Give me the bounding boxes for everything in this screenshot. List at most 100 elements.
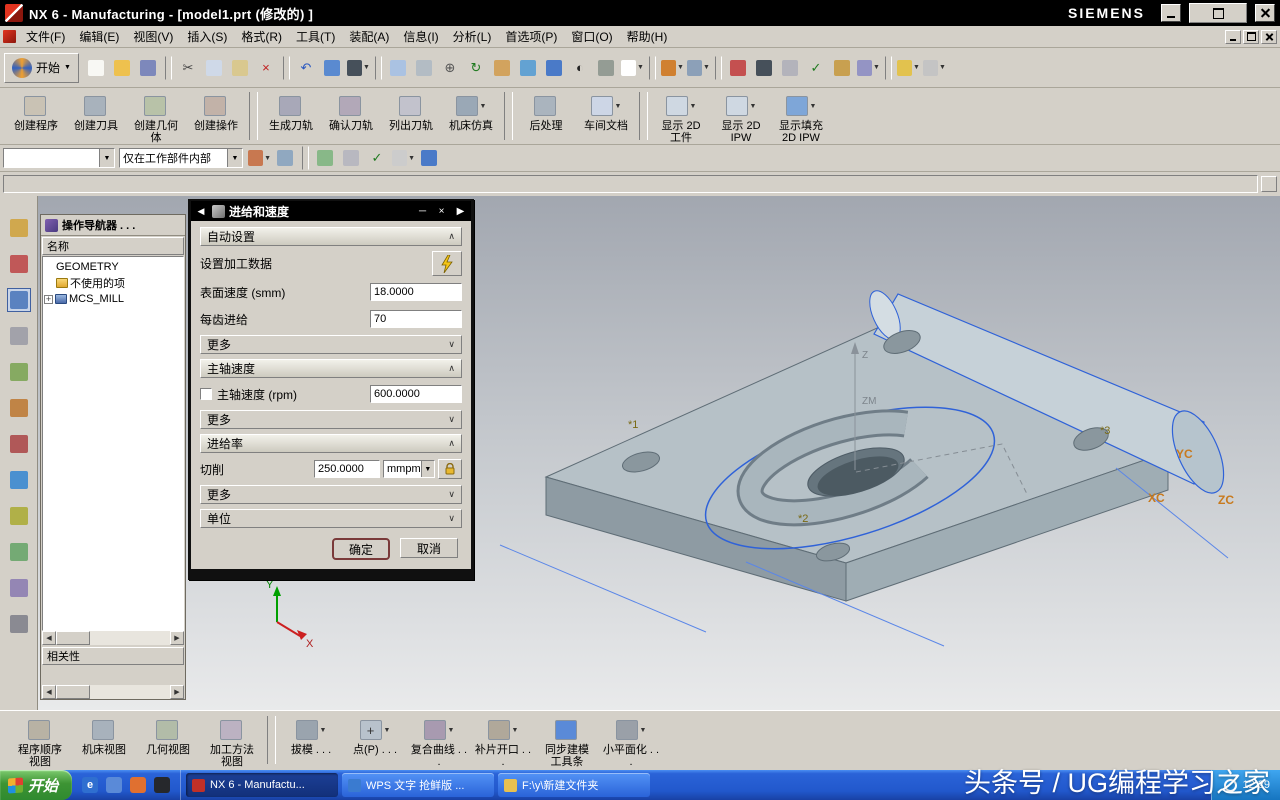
facet-body-button[interactable]: ▼ 小平面化 . . . — [599, 714, 663, 769]
chevron-down-icon[interactable]: ▼ — [227, 149, 242, 167]
menu-item[interactable]: 分析(L) — [446, 26, 499, 47]
roles-icon[interactable] — [7, 576, 31, 600]
create-geometry-button[interactable]: 创建几何 体 — [126, 90, 186, 145]
start-menu-button[interactable]: 开始 ▼ — [4, 53, 79, 83]
verify-toolpath-button[interactable]: 确认刀轨 — [321, 90, 381, 133]
patch-opening-button[interactable]: ▼ 补片开口 . . . — [471, 714, 535, 769]
menu-item[interactable]: 窗口(O) — [564, 26, 619, 47]
dialog-titlebar[interactable]: ◀ 进给和速度 ─ × ▶ — [191, 201, 471, 221]
lock-button[interactable] — [438, 459, 462, 479]
rotate-view-icon[interactable]: ↻ — [464, 55, 489, 81]
toolbar-icon[interactable] — [885, 56, 892, 80]
feed-unit-combo[interactable]: mmpm ▼ — [383, 460, 435, 478]
auto-settings-header[interactable]: 自动设置 ∧ — [200, 227, 462, 246]
feed-more-bar[interactable]: 更多 ∨ — [200, 485, 462, 504]
feed-per-tooth-input[interactable] — [370, 310, 462, 328]
perspective-icon[interactable] — [516, 55, 541, 81]
create-operation-button[interactable]: 创建操作 — [186, 90, 246, 133]
scroll-track[interactable] — [56, 685, 170, 699]
annotation-icon[interactable]: ▼ — [922, 55, 947, 81]
issue-navigator-icon[interactable] — [7, 432, 31, 456]
shaded-view-icon[interactable] — [542, 55, 567, 81]
history-icon[interactable] — [7, 504, 31, 528]
menu-item[interactable]: 视图(V) — [126, 26, 180, 47]
operation-navigator-icon[interactable] — [7, 288, 31, 312]
menu-item[interactable]: 文件(F) — [19, 26, 72, 47]
task-folder[interactable]: F:\y\新建文件夹 — [498, 773, 650, 797]
analysis-glasses-icon[interactable] — [752, 55, 777, 81]
face-analysis-icon[interactable]: ◐ — [568, 55, 593, 81]
generate-toolpath-button[interactable]: 生成刀轨 — [261, 90, 321, 133]
composite-curve-button[interactable]: ▼ 复合曲线 . . . — [407, 714, 471, 769]
feed-rates-header[interactable]: 进给率 ∧ — [200, 434, 462, 453]
cut-feed-input[interactable] — [314, 460, 380, 478]
system-materials-icon[interactable] — [7, 612, 31, 636]
fit-view-icon[interactable] — [386, 55, 411, 81]
assembly-navigator-icon[interactable] — [7, 216, 31, 240]
selection-scope-combo[interactable]: 仅在工作部件内部▼ — [119, 148, 243, 168]
spindle-more-bar[interactable]: 更多 ∨ — [200, 410, 462, 429]
confirm-select-icon[interactable]: ✓ — [365, 145, 390, 171]
collapse-icon[interactable]: ∧ — [448, 231, 455, 242]
cam-toolbar-button[interactable] — [249, 92, 258, 140]
rollback-icon[interactable] — [313, 145, 338, 171]
csys-orient-icon[interactable]: ▼ — [660, 55, 685, 81]
list-toolpath-button[interactable]: 列出刀轨 — [381, 90, 441, 133]
cam-toolbar-button[interactable] — [639, 92, 648, 140]
menu-item[interactable]: 装配(A) — [342, 26, 396, 47]
open-file-icon[interactable] — [110, 55, 135, 81]
measure-icon[interactable]: ▼ — [896, 55, 921, 81]
rectangle-select-icon[interactable]: ▼ — [391, 145, 416, 171]
child-minimize-button[interactable] — [1225, 30, 1241, 44]
postprocess-button[interactable]: 后处理 — [516, 90, 576, 133]
navigator-hscrollbar[interactable]: ◀▶ — [42, 631, 184, 645]
dependencies-hscrollbar[interactable]: ◀▶ — [42, 685, 184, 699]
collapse-icon[interactable]: ∧ — [448, 363, 455, 374]
menu-item[interactable]: 格式(R) — [234, 26, 289, 47]
auto-more-bar[interactable]: 更多 ∨ — [200, 335, 462, 354]
chevron-down-icon[interactable]: ▼ — [99, 149, 114, 167]
cam-toolbar-button[interactable] — [504, 92, 513, 140]
show-2d-ipw-button[interactable]: ▼ 显示 2D IPW — [711, 90, 771, 145]
forward-icon[interactable]: ▶ — [453, 206, 468, 217]
navigator-tree-row[interactable]: 不使用的项 — [44, 275, 182, 291]
navigator-tree-row[interactable]: + MCS_MILL — [44, 291, 182, 307]
background-icon[interactable]: ▼ — [620, 55, 645, 81]
point-button[interactable]: +▼ 点(P) . . . — [343, 714, 407, 757]
program-order-view-button[interactable]: 程序顺序 视图 — [8, 714, 72, 769]
toolbar-icon[interactable] — [283, 56, 290, 80]
pan-icon[interactable] — [490, 55, 515, 81]
reuse-library-icon[interactable] — [7, 360, 31, 384]
close-button[interactable] — [1255, 4, 1275, 22]
menu-item[interactable]: 工具(T) — [289, 26, 342, 47]
simulate-machine-button[interactable]: ▼ 机床仿真 — [441, 90, 501, 133]
synchronous-modeling-button[interactable]: 同步建模 工具条 — [535, 714, 599, 769]
menu-item[interactable]: 编辑(E) — [72, 26, 126, 47]
scroll-right-icon[interactable]: ▶ — [170, 631, 184, 645]
scroll-thumb[interactable] — [56, 685, 90, 699]
toolbar-icon[interactable] — [715, 56, 722, 80]
type-filter-icon[interactable]: ▼ — [247, 145, 272, 171]
selection-box-icon[interactable]: ▼ — [856, 55, 881, 81]
task-nx[interactable]: NX 6 - Manufactu... — [186, 773, 338, 797]
process-studio-icon[interactable] — [7, 540, 31, 564]
toolbar-icon[interactable] — [165, 56, 172, 80]
copy-icon[interactable] — [202, 55, 227, 81]
datum-plane-icon[interactable]: ▼ — [686, 55, 711, 81]
windows-start-button[interactable]: 开始 — [0, 770, 72, 800]
selection-icon[interactable] — [302, 146, 309, 170]
scroll-track[interactable] — [56, 631, 170, 645]
menu-item[interactable]: 帮助(H) — [620, 26, 675, 47]
view-popup-icon[interactable]: ▼ — [346, 55, 371, 81]
panel-toggle-icon[interactable] — [1261, 176, 1277, 192]
selection-filter-combo[interactable]: ▼ — [3, 148, 115, 168]
chevron-down-icon[interactable]: ▼ — [421, 461, 434, 477]
qq-icon[interactable] — [152, 775, 172, 795]
geometry-view-button[interactable]: 几何视图 — [136, 714, 200, 757]
create-tool-button[interactable]: 创建刀具 — [66, 90, 126, 133]
hd3d-tools-icon[interactable] — [7, 396, 31, 420]
triad-icon[interactable] — [726, 55, 751, 81]
scroll-left-icon[interactable]: ◀ — [42, 685, 56, 699]
scroll-right-icon[interactable]: ▶ — [170, 685, 184, 699]
scroll-thumb[interactable] — [56, 631, 90, 645]
